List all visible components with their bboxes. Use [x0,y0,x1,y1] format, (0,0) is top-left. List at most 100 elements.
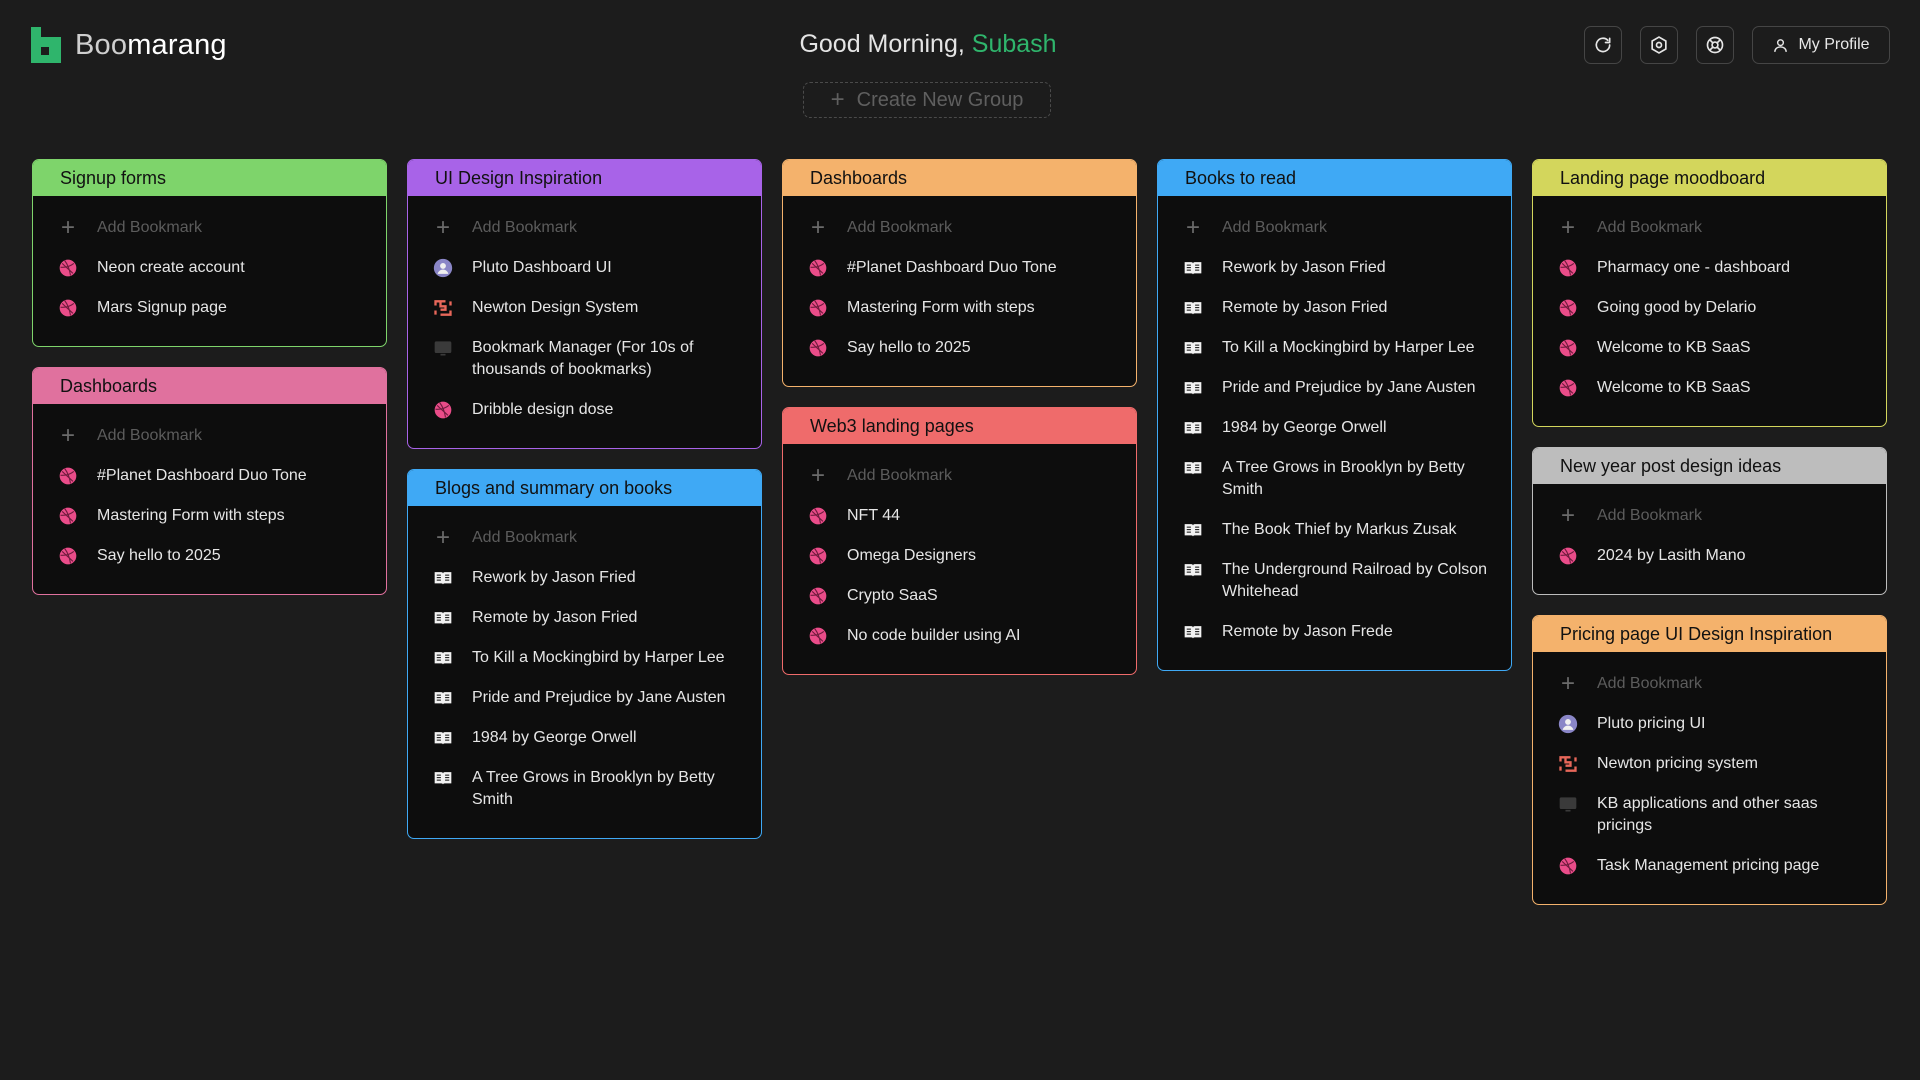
create-new-group-button[interactable]: + Create New Group [803,82,1051,118]
group-title[interactable]: Signup forms [33,160,386,196]
refresh-button[interactable] [1584,26,1622,64]
bookmark-list: + Add Bookmark Pharmacy one - dashboard Goi… [1533,196,1886,426]
book-icon [1182,457,1204,479]
bookmark-list: + Add Bookmark #Planet Dashboard Duo Tone M… [33,404,386,594]
bookmark-item[interactable]: No code builder using AI [807,616,1116,656]
bookmark-label: Crypto SaaS [847,587,938,604]
group-title[interactable]: Blogs and summary on books [408,470,761,506]
bookmark-item[interactable]: #Planet Dashboard Duo Tone [807,248,1116,288]
book-icon [1182,297,1204,319]
book-icon [1182,519,1204,541]
bookmark-item[interactable]: To Kill a Mockingbird by Harper Lee [432,638,741,678]
bookmark-item[interactable]: Rework by Jason Fried [1182,248,1491,288]
add-bookmark-button[interactable]: + Add Bookmark [807,208,1116,248]
bookmark-item[interactable]: Pluto pricing UI [1557,704,1866,744]
bookmark-item[interactable]: Pride and Prejudice by Jane Austen [1182,368,1491,408]
bookmark-item[interactable]: KB applications and other saas pricings [1557,784,1866,846]
bookmark-item[interactable]: Bookmark Manager (For 10s of thousands o… [432,328,741,390]
dribbble-icon [807,585,829,607]
dribbble-icon [1557,297,1579,319]
bookmark-item[interactable]: Newton Design System [432,288,741,328]
bookmark-item[interactable]: Remote by Jason Frede [1182,612,1491,652]
group-title[interactable]: Dashboards [33,368,386,404]
settings-button[interactable] [1640,26,1678,64]
add-bookmark-label: Add Bookmark [97,219,202,236]
group-card-landing-page-moodboard: Landing page moodboard + Add Bookmark Pharm… [1532,159,1887,427]
bookmark-item[interactable]: Omega Designers [807,536,1116,576]
bookmark-item[interactable]: Mastering Form with steps [57,496,366,536]
bookmark-item[interactable]: 1984 by George Orwell [432,718,741,758]
group-title[interactable]: New year post design ideas [1533,448,1886,484]
bookmark-item[interactable]: Remote by Jason Fried [1182,288,1491,328]
bookmark-item[interactable]: Task Management pricing page [1557,846,1866,886]
my-profile-button[interactable]: My Profile [1752,26,1890,64]
bookmark-list: + Add Bookmark #Planet Dashboard Duo Tone M… [783,196,1136,386]
group-title[interactable]: Dashboards [783,160,1136,196]
bookmark-item[interactable]: Rework by Jason Fried [432,558,741,598]
add-bookmark-button[interactable]: + Add Bookmark [57,208,366,248]
bookmark-item[interactable]: 2024 by Lasith Mano [1557,536,1866,576]
add-bookmark-button[interactable]: + Add Bookmark [1182,208,1491,248]
bookmark-item[interactable]: Remote by Jason Fried [432,598,741,638]
bookmark-item[interactable]: Going good by Delario [1557,288,1866,328]
newton-icon [1557,753,1579,775]
bookmark-label: 2024 by Lasith Mano [1597,547,1746,564]
dribbble-icon [807,545,829,567]
dribbble-icon [57,297,79,319]
add-bookmark-label: Add Bookmark [472,219,577,236]
bookmark-label: Going good by Delario [1597,299,1757,316]
add-bookmark-button[interactable]: + Add Bookmark [432,518,741,558]
bookmark-item[interactable]: A Tree Grows in Brooklyn by Betty Smith [432,758,741,820]
bookmark-list: + Add Bookmark Pluto pricing UI Newton pric… [1533,652,1886,904]
refresh-icon [1595,37,1611,53]
bookmark-item[interactable]: Pluto Dashboard UI [432,248,741,288]
bookmark-item[interactable]: To Kill a Mockingbird by Harper Lee [1182,328,1491,368]
group-card-pricing-page-ui-design-inspiration: Pricing page UI Design Inspiration + Add B… [1532,615,1887,905]
dribbble-icon [807,625,829,647]
bookmark-item[interactable]: Mastering Form with steps [807,288,1116,328]
bookmark-item[interactable]: The Underground Railroad by Colson White… [1182,550,1491,612]
bookmark-item[interactable]: The Book Thief by Markus Zusak [1182,510,1491,550]
top-bar: Boomarang Good Morning, Subash + Create … [0,0,1920,118]
bookmark-item[interactable]: Say hello to 2025 [57,536,366,576]
group-title[interactable]: Books to read [1158,160,1511,196]
add-bookmark-button[interactable]: + Add Bookmark [432,208,741,248]
add-bookmark-button[interactable]: + Add Bookmark [1557,664,1866,704]
group-card-signup-forms: Signup forms + Add Bookmark Neon create acc… [32,159,387,347]
avatar-icon [432,257,454,279]
group-title[interactable]: UI Design Inspiration [408,160,761,196]
bookmark-item[interactable]: Pride and Prejudice by Jane Austen [432,678,741,718]
bookmark-item[interactable]: Dribble design dose [432,390,741,430]
add-bookmark-button[interactable]: + Add Bookmark [807,456,1116,496]
bookmark-item[interactable]: Welcome to KB SaaS [1557,328,1866,368]
group-title[interactable]: Pricing page UI Design Inspiration [1533,616,1886,652]
bookmark-item[interactable]: Crypto SaaS [807,576,1116,616]
help-button[interactable] [1696,26,1734,64]
bookmark-item[interactable]: Newton pricing system [1557,744,1866,784]
bookmark-list: + Add Bookmark Pluto Dashboard UI Newton De… [408,196,761,448]
bookmark-list: + Add Bookmark 2024 by Lasith Mano [1533,484,1886,594]
board-column-4: Books to read + Add Bookmark Rework by Jaso… [1157,159,1512,671]
bookmark-list: + Add Bookmark Rework by Jason Fried Remote… [1158,196,1511,670]
add-bookmark-button[interactable]: + Add Bookmark [1557,208,1866,248]
monitor-icon [432,337,454,359]
add-bookmark-button[interactable]: + Add Bookmark [57,416,366,456]
dribbble-icon [1557,337,1579,359]
bookmark-item[interactable]: A Tree Grows in Brooklyn by Betty Smith [1182,448,1491,510]
bookmark-item[interactable]: Pharmacy one - dashboard [1557,248,1866,288]
bookmark-item[interactable]: NFT 44 [807,496,1116,536]
dribbble-icon [57,465,79,487]
bookmark-item[interactable]: 1984 by George Orwell [1182,408,1491,448]
bookmark-item[interactable]: Welcome to KB SaaS [1557,368,1866,408]
bookmark-item[interactable]: Mars Signup page [57,288,366,328]
add-bookmark-button[interactable]: + Add Bookmark [1557,496,1866,536]
bookmark-item[interactable]: #Planet Dashboard Duo Tone [57,456,366,496]
bookmark-label: Pharmacy one - dashboard [1597,259,1790,276]
bookmark-label: Pluto pricing UI [1597,715,1706,732]
group-title[interactable]: Web3 landing pages [783,408,1136,444]
bookmark-label: Task Management pricing page [1597,857,1820,874]
bookmark-label: The Book Thief by Markus Zusak [1222,521,1457,538]
group-title[interactable]: Landing page moodboard [1533,160,1886,196]
bookmark-item[interactable]: Say hello to 2025 [807,328,1116,368]
bookmark-item[interactable]: Neon create account [57,248,366,288]
